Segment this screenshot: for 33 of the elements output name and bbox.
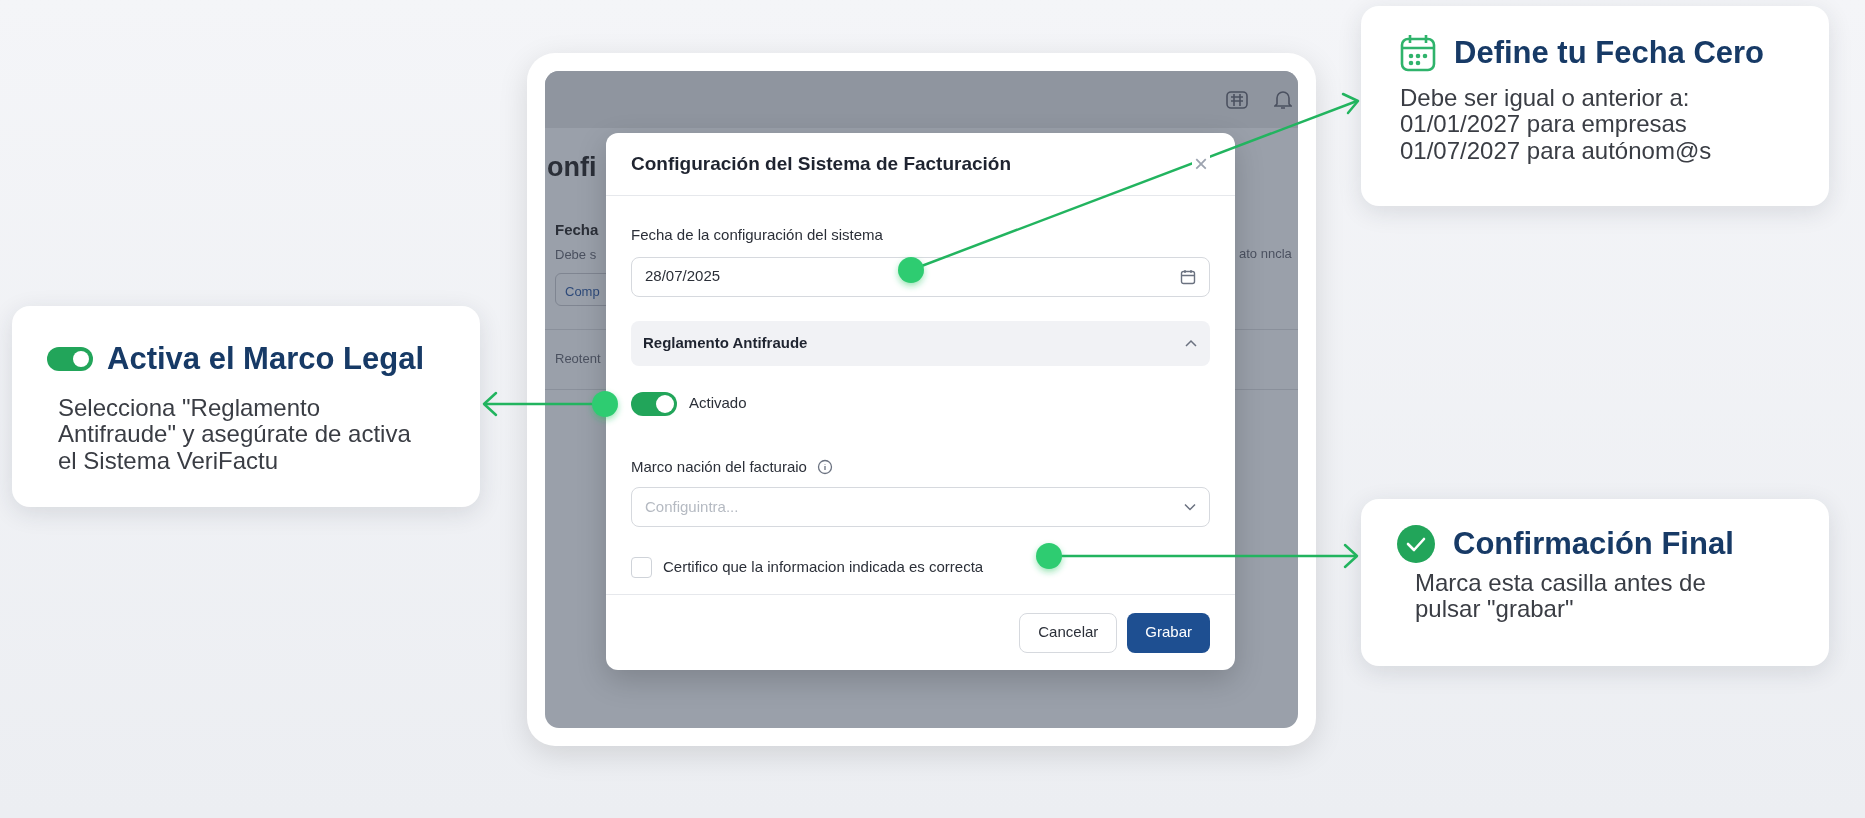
field-label: Fecha de la configuración del sistema [631,225,884,245]
date-field[interactable]: 28/07/2025 [631,256,1210,297]
checkbox-label: Certifico que la informacion indicada es correcta [663,557,984,577]
side-text: ato nncla [1239,245,1292,263]
row-label: Reotent [555,350,601,368]
dialog-title: Configuración del Sistema de Facturación [631,151,1012,176]
callout-title: Confirmación Final [1453,525,1734,563]
callout-title: Activa el Marco Legal [107,340,424,378]
field-label: Marco nación del facturaio [631,456,807,477]
grid-icon[interactable] [1226,90,1248,109]
toggle-switch[interactable] [631,391,677,416]
toggle-label: Activado [689,393,747,414]
section-label: Fecha [555,220,599,240]
chevron-icon [1184,503,1196,511]
info-icon[interactable] [816,458,833,475]
page-title: onfi [547,151,597,184]
bell-icon[interactable] [1274,89,1292,110]
callout-text: 01/01/2027 para empresas [1400,111,1688,138]
callout-text: Debe ser igual o anterior a: [1400,84,1691,112]
save-button[interactable]: Grabar [1127,612,1210,653]
callout-text: Marca esta casilla antes de pulsar "grabar" [1415,569,1707,623]
callout-title: Define tu Fecha Cero [1454,34,1765,72]
calendar-icon [1400,34,1436,73]
checkbox[interactable] [631,556,652,578]
toggle-icon [47,347,93,372]
accordion-header[interactable]: Reglamento Antifraude [631,320,1210,366]
cancel-button[interactable]: Cancelar [1019,612,1118,653]
callout-text: 01/07/2027 para autónom@s [1400,137,1713,164]
calendar-icon[interactable] [1180,268,1196,285]
callout-text: Selecciona "Reglamento Antifraude" y asegúrate de activa el Sistema VeriFactu [58,394,412,474]
check-icon [1397,525,1435,564]
section-hint: Debe s [555,246,597,264]
chevron-icon [1184,338,1198,348]
